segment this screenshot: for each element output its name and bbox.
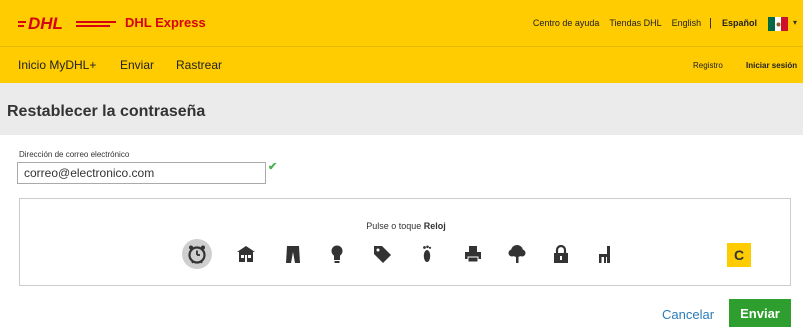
clock-icon[interactable] [182, 239, 212, 269]
checkmark-icon: ✔ [268, 161, 278, 173]
chair-icon[interactable] [590, 239, 620, 269]
email-field[interactable] [17, 162, 266, 184]
top-header: DHL DHL Express Centro de ayuda Tiendas … [0, 0, 803, 46]
printer-icon[interactable] [458, 239, 488, 269]
lightbulb-icon[interactable] [322, 239, 352, 269]
email-label: Dirección de correo electrónico [19, 150, 130, 159]
main-nav: Inicio MyDHL+ Enviar Rastrear Registro I… [0, 46, 803, 83]
mexico-flag-icon[interactable] [768, 17, 789, 31]
refresh-icon[interactable]: C [727, 243, 751, 267]
captcha-prompt-text: Pulse o toque [366, 221, 422, 231]
nav-item-home[interactable]: Inicio MyDHL+ [18, 58, 96, 72]
dhl-logo[interactable]: DHL [18, 14, 118, 32]
lock-icon[interactable] [546, 239, 576, 269]
spanish-link[interactable]: Español [722, 18, 757, 28]
submit-button[interactable]: Enviar [729, 299, 791, 327]
page-title: Restablecer la contraseña [7, 103, 206, 120]
cancel-button[interactable]: Cancelar [662, 307, 714, 322]
title-bar: Restablecer la contraseña [0, 83, 803, 135]
help-center-link[interactable]: Centro de ayuda [533, 18, 600, 28]
login-link[interactable]: Iniciar sesión [746, 61, 797, 70]
icon-captcha: Pulse o toque Reloj C [19, 198, 791, 286]
language-separator: | [709, 17, 712, 29]
logo-text: DHL [28, 14, 63, 32]
house-icon[interactable] [231, 239, 261, 269]
top-links: Centro de ayuda Tiendas DHL English | Es… [523, 0, 757, 46]
nav-item-send[interactable]: Enviar [120, 58, 154, 72]
captcha-prompt: Pulse o toque Reloj [20, 221, 792, 231]
tag-icon[interactable] [367, 239, 397, 269]
pants-icon[interactable] [278, 239, 308, 269]
nav-item-track[interactable]: Rastrear [176, 58, 222, 72]
tree-icon[interactable] [502, 239, 532, 269]
chevron-down-icon[interactable]: ▾ [793, 18, 797, 27]
english-link[interactable]: English [672, 18, 702, 28]
footprint-icon[interactable] [412, 239, 442, 269]
register-link[interactable]: Registro [693, 61, 723, 70]
dhl-stores-link[interactable]: Tiendas DHL [609, 18, 661, 28]
captcha-target: Reloj [423, 221, 446, 231]
brand-name[interactable]: DHL Express [125, 15, 206, 30]
